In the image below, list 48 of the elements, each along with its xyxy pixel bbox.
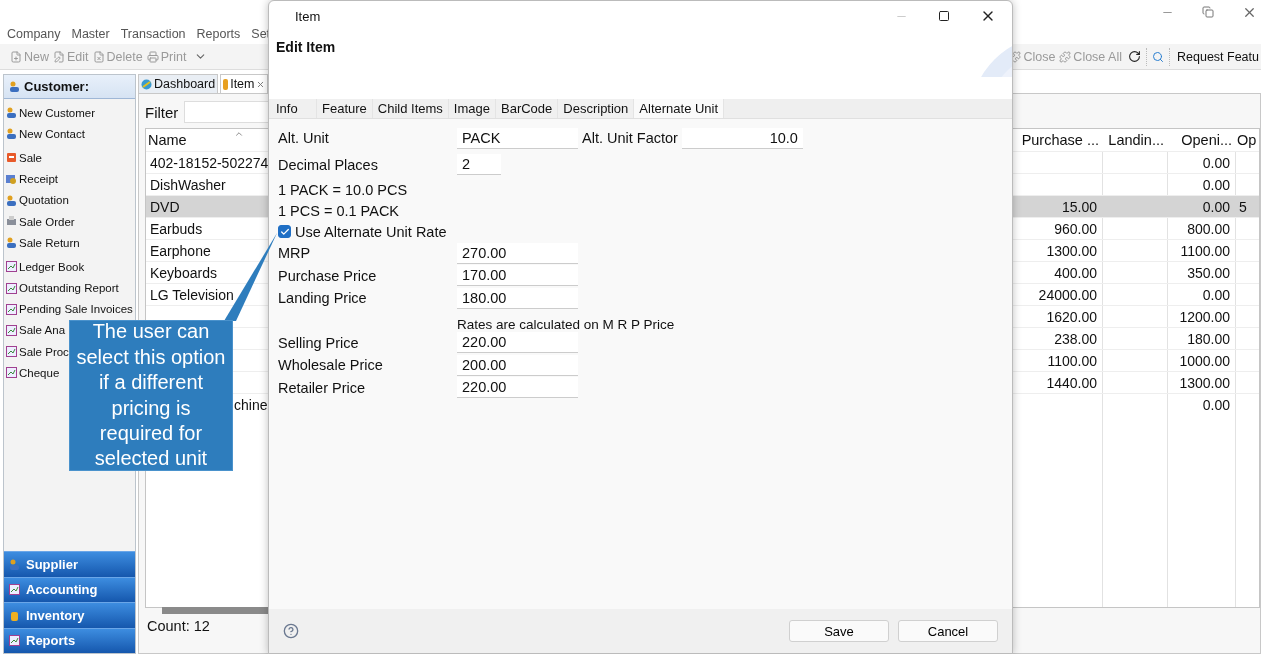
sidebar-title: Customer: xyxy=(24,79,89,94)
filter-label: Filter xyxy=(145,103,179,121)
table-cell: 0.00 xyxy=(1202,154,1230,171)
table-cell: 1300.00 xyxy=(1046,242,1097,259)
table-cell: 400.00 xyxy=(1054,264,1097,281)
field-label: Wholesale Price xyxy=(278,357,384,374)
field-label: Selling Price xyxy=(278,334,360,351)
table-cell: Earphone xyxy=(150,242,211,259)
note-text: Rates are calculated on M R P Price xyxy=(456,315,676,332)
table-cell: Earbuds xyxy=(150,220,203,237)
table-cell: Keyboards xyxy=(150,264,217,281)
table-cell: 1440.00 xyxy=(1046,374,1097,391)
table-cell: 1100.00 xyxy=(1047,352,1097,369)
field-label: Landing Price xyxy=(278,290,368,307)
table-cell: 1620.00 xyxy=(1046,308,1097,325)
table-cell: 402-18152-502274 xyxy=(150,154,269,171)
table-cell: 0.00 xyxy=(1202,286,1230,303)
row-count: Count: 12 xyxy=(146,617,210,636)
table-cell: 960.00 xyxy=(1054,220,1097,237)
dialog-title: Item xyxy=(295,8,321,24)
table-cell: 15.00 xyxy=(1061,198,1097,215)
table-cell: 180.00 xyxy=(1187,330,1230,347)
field-label: MRP xyxy=(278,245,312,262)
table-cell: 5 xyxy=(1239,198,1247,215)
table-cell: 0.00 xyxy=(1202,198,1230,215)
field-label: Alt. Unit xyxy=(278,130,330,147)
table-cell: 0.00 xyxy=(1202,176,1230,193)
table-cell: 1000.00 xyxy=(1179,352,1230,369)
table-cell: 1200.00 xyxy=(1179,308,1230,325)
table-cell: DishWasher xyxy=(150,176,226,193)
field-label: Decimal Places xyxy=(278,156,379,173)
table-cell: DVD xyxy=(150,198,180,215)
table-cell: 800.00 xyxy=(1187,220,1230,237)
field-label: Alt. Unit Factor xyxy=(582,130,678,147)
conversion-text: 1 PCS = 0.1 PACK xyxy=(278,202,400,219)
field-label: Purchase Price xyxy=(278,267,378,284)
table-cell: chine xyxy=(234,396,268,413)
table-cell: 1100.00 xyxy=(1180,242,1230,259)
dialog-heading: Edit Item xyxy=(276,39,336,55)
table-cell: LG Television xyxy=(150,286,234,303)
table-cell: 350.00 xyxy=(1187,264,1230,281)
table-cell: 0.00 xyxy=(1202,396,1230,413)
table-cell: 24000.00 xyxy=(1038,286,1097,303)
table-cell: 1300.00 xyxy=(1179,374,1230,391)
conversion-text: 1 PACK = 10.0 PCS xyxy=(278,181,408,198)
field-label: Retailer Price xyxy=(278,379,367,396)
table-cell: 238.00 xyxy=(1054,330,1097,347)
callout: The user can select this option if a different pricing is required for selected unit xyxy=(69,320,233,471)
